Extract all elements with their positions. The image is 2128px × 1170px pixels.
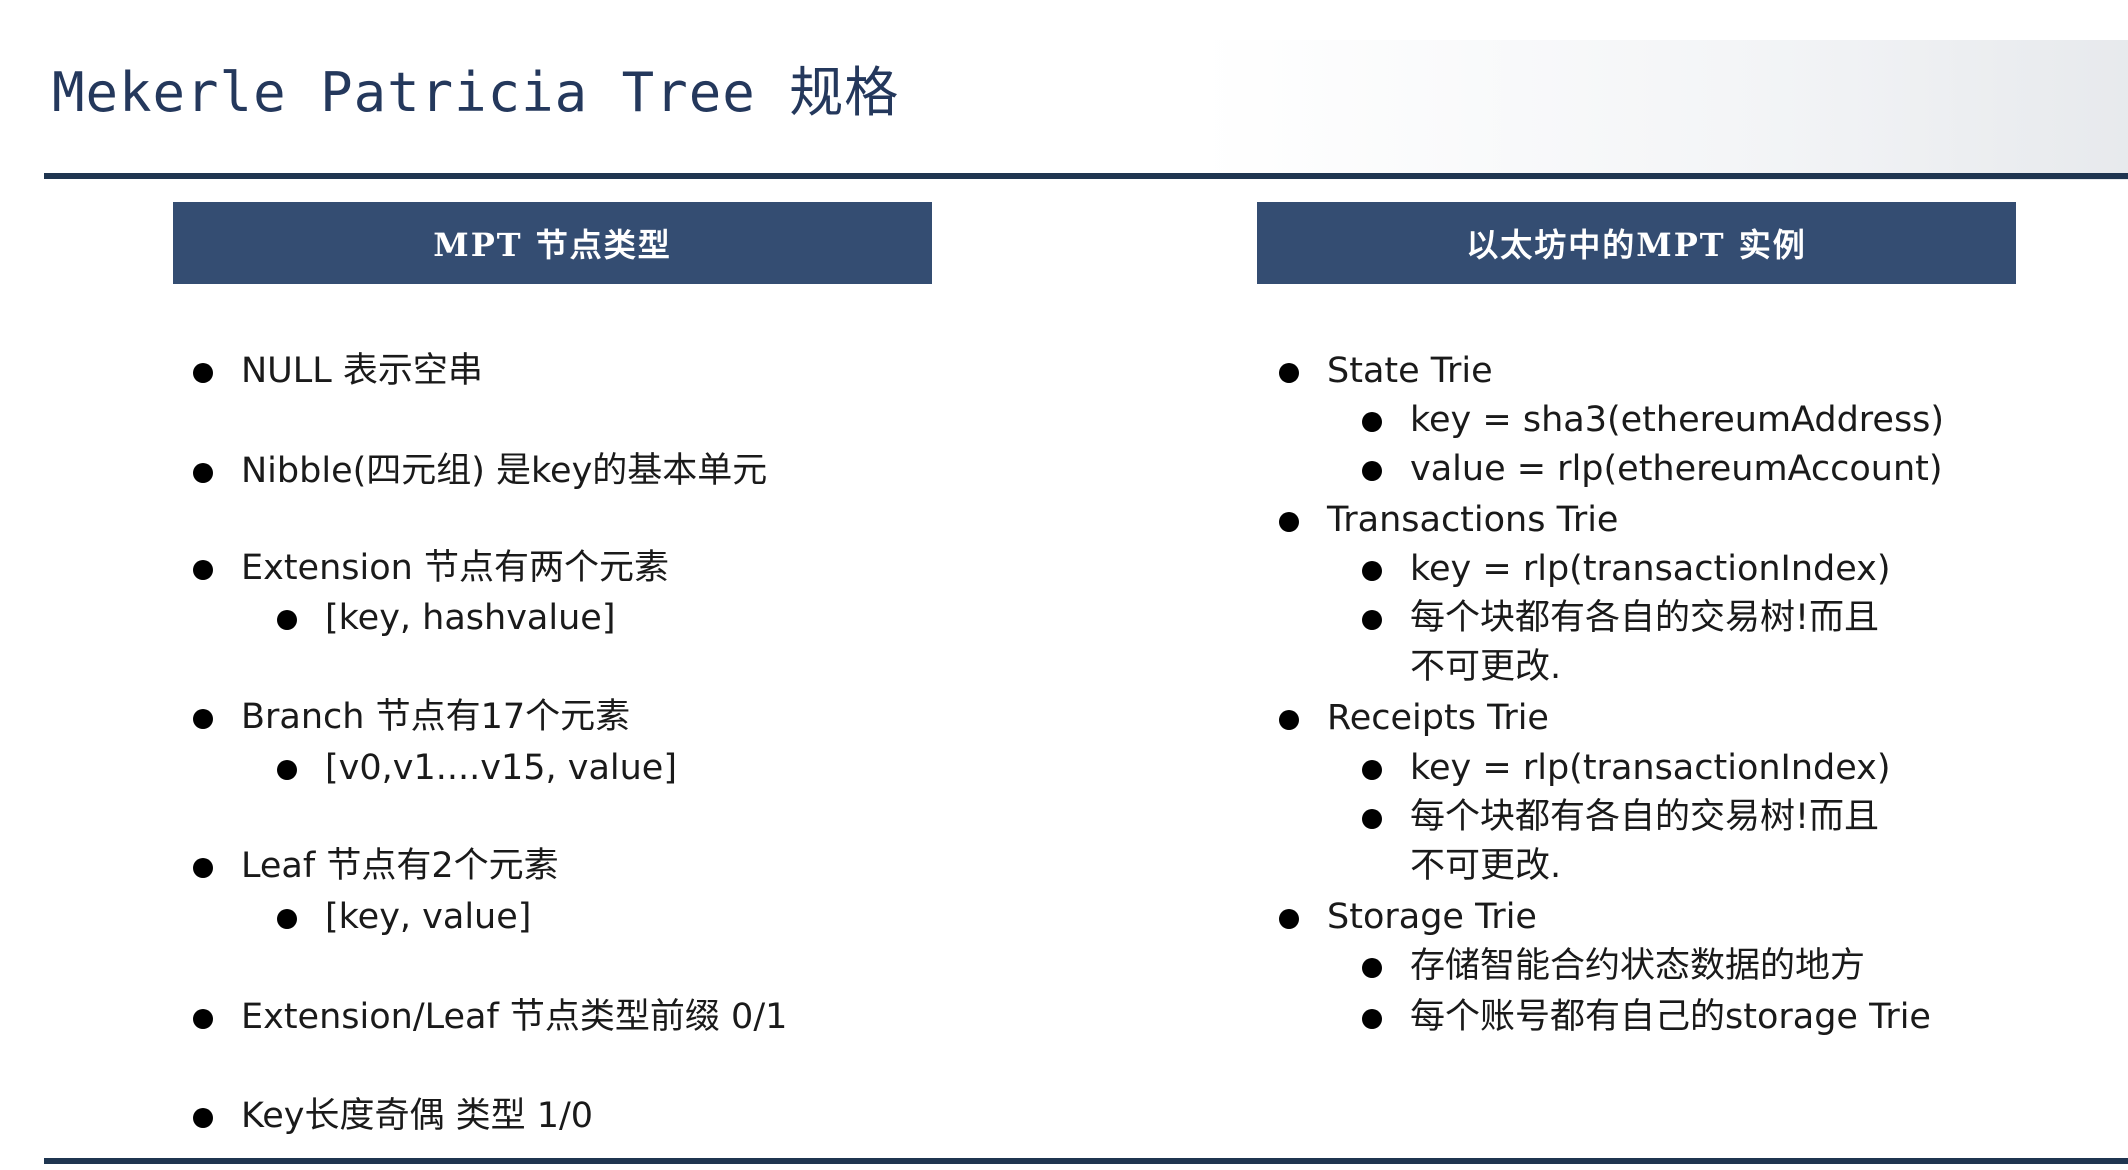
- bullet-icon: [193, 463, 213, 483]
- bullet-icon: [1362, 610, 1382, 630]
- bullet-icon: [193, 709, 213, 729]
- bullet-icon: [193, 363, 213, 383]
- faded-background-overlay: [1200, 40, 2128, 180]
- title-divider: [44, 173, 2128, 179]
- bullet-icon: [1362, 958, 1382, 978]
- bullet-icon: [1362, 561, 1382, 581]
- list-item-text: key = rlp(transactionIndex): [1410, 748, 1891, 788]
- ethereum-mpt-header: 以太坊中的MPT 实例: [1257, 202, 2016, 284]
- list-item-text: 存储智能合约状态数据的地方: [1410, 946, 1866, 986]
- bullet-icon: [277, 760, 297, 780]
- list-item-text: Transactions Trie: [1327, 500, 1619, 540]
- list-item-text: Extension 节点有两个元素: [241, 548, 669, 588]
- list-item-text: Extension/Leaf 节点类型前缀 0/1: [241, 997, 788, 1037]
- list-item-text: Storage Trie: [1327, 897, 1537, 937]
- list-item-text: value = rlp(ethereumAccount): [1410, 449, 1943, 489]
- bullet-icon: [277, 909, 297, 929]
- list-item-text: key = sha3(ethereumAddress): [1410, 400, 1945, 440]
- node-types-header: MPT 节点类型: [173, 202, 932, 284]
- bullet-icon: [193, 858, 213, 878]
- list-item-text: 不可更改.: [1410, 647, 1562, 687]
- bullet-icon: [1279, 363, 1299, 383]
- list-item-text: 每个块都有各自的交易树!而且: [1410, 598, 1880, 638]
- list-item-text: 不可更改.: [1410, 846, 1562, 886]
- bullet-icon: [277, 610, 297, 630]
- bullet-icon: [1279, 710, 1299, 730]
- list-item-text: Branch 节点有17个元素: [241, 697, 631, 737]
- bullet-icon: [1362, 809, 1382, 829]
- bullet-icon: [193, 560, 213, 580]
- list-item-text: Receipts Trie: [1327, 698, 1549, 738]
- slide-title: Mekerle Patricia Tree 规格: [52, 61, 900, 124]
- list-item-text: Leaf 节点有2个元素: [241, 846, 559, 886]
- slide: Mekerle Patricia Tree 规格 MPT 节点类型 NULL 表…: [0, 0, 2128, 1170]
- bullet-icon: [1279, 909, 1299, 929]
- list-item-text: [v0,v1....v15, value]: [325, 748, 677, 788]
- list-item-text: NULL 表示空串: [241, 351, 483, 391]
- list-item-text: 每个账号都有自己的storage Trie: [1410, 997, 1931, 1037]
- bullet-icon: [1362, 760, 1382, 780]
- bullet-icon: [1279, 512, 1299, 532]
- list-item-text: State Trie: [1327, 351, 1493, 391]
- bullet-icon: [1362, 461, 1382, 481]
- list-item-text: Key长度奇偶 类型 1/0: [241, 1096, 594, 1136]
- list-item-text: [key, hashvalue]: [325, 598, 616, 638]
- bottom-divider: [44, 1158, 2128, 1164]
- bullet-icon: [1362, 412, 1382, 432]
- list-item-text: 每个块都有各自的交易树!而且: [1410, 797, 1880, 837]
- bullet-icon: [1362, 1009, 1382, 1029]
- list-item-text: [key, value]: [325, 897, 532, 937]
- list-item-text: Nibble(四元组) 是key的基本单元: [241, 451, 768, 491]
- bullet-icon: [193, 1009, 213, 1029]
- bullet-icon: [193, 1108, 213, 1128]
- list-item-text: key = rlp(transactionIndex): [1410, 549, 1891, 589]
